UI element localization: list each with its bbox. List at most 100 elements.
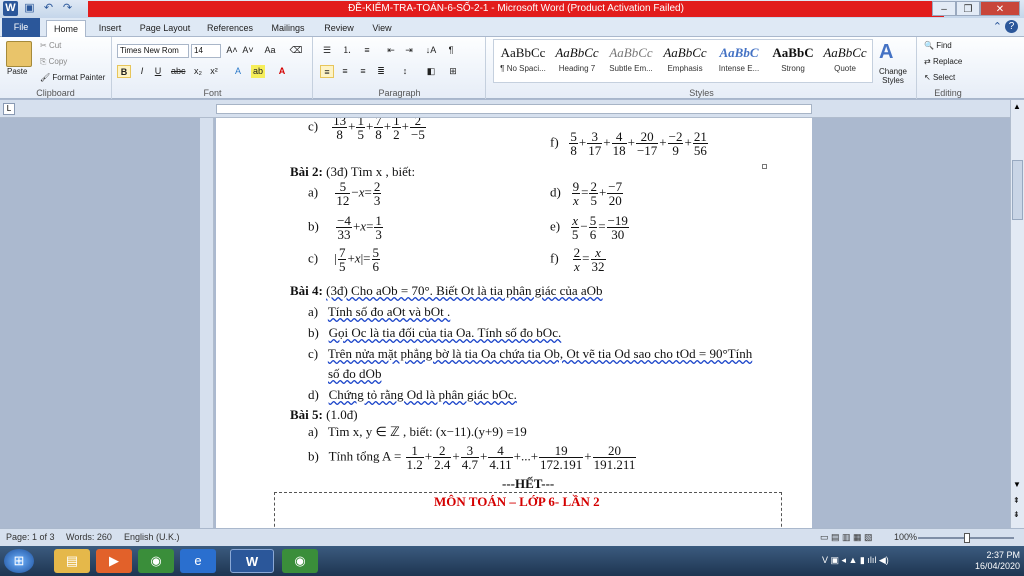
media-player-icon[interactable]: ▶ [96, 549, 132, 573]
title-bar: W ▣ ↶ ↷ ĐỀ-KIỂM-TRA-TOÁN-6-SỐ-2-1 - Micr… [0, 0, 1024, 18]
bai5-heading: Bài 5: (1.0đ) [290, 407, 358, 422]
ruler-row: L [0, 100, 1024, 118]
sort-icon[interactable]: ↓A [424, 44, 438, 57]
help-icon[interactable]: ? [1005, 20, 1018, 33]
change-case-icon[interactable]: Aa [263, 44, 277, 57]
tab-selector-icon[interactable]: L [3, 103, 15, 115]
style-subtle-emphasis[interactable]: AaBbCc Subtle Em... [604, 42, 658, 82]
select-button[interactable]: ↖ Select [924, 73, 955, 82]
font-size-box[interactable]: 14 [191, 44, 221, 58]
show-formatting-icon[interactable]: ¶ [444, 44, 458, 57]
internet-explorer-icon[interactable]: e [180, 549, 216, 573]
redo-icon[interactable]: ↷ [60, 1, 75, 16]
highlight-icon[interactable]: ab [251, 65, 265, 78]
vertical-scrollbar[interactable]: ▲ ▼ ⇞ ⇟ [1010, 100, 1024, 528]
chrome-icon[interactable]: ◉ [138, 549, 174, 573]
scrollbar-thumb[interactable] [1012, 160, 1023, 220]
tab-review[interactable]: Review [318, 20, 360, 37]
chrome-window-icon[interactable]: ◉ [282, 549, 318, 573]
status-bar: Page: 1 of 3 Words: 260 English (U.K.) ▭… [0, 528, 1024, 546]
bai5-a: a) Tìm x, y ∈ ℤ , biết: (x−11).(y+9) =19 [308, 424, 527, 439]
minimize-ribbon-icon[interactable]: ⌃ [993, 20, 1002, 33]
decrease-indent-icon[interactable]: ⇤ [384, 44, 398, 57]
word-taskbar-icon[interactable]: W [230, 549, 274, 573]
italic-button[interactable]: I [135, 65, 149, 78]
bai4-a: a) Tính số đo aOt và bOt . [308, 304, 451, 319]
font-label: Font [203, 88, 222, 98]
text-effects-icon[interactable]: A [231, 65, 245, 78]
numbering-icon[interactable]: ⒈ [340, 44, 354, 57]
language-indicator[interactable]: English (U.K.) [124, 532, 180, 542]
clock[interactable]: 2:37 PM 16/04/2020 [975, 550, 1020, 572]
cut-button[interactable]: ✂ Cut [40, 41, 61, 50]
tab-view[interactable]: View [366, 20, 398, 37]
tab-home[interactable]: Home [46, 20, 86, 37]
zoom-level[interactable]: 100% [894, 532, 917, 542]
prev-page-icon[interactable]: ⇞ [1013, 496, 1020, 505]
word-app-icon[interactable]: W [3, 1, 18, 16]
clipboard-label: Clipboard [36, 88, 75, 98]
paste-icon[interactable] [6, 41, 32, 67]
style-emphasis[interactable]: AaBbCc Emphasis [658, 42, 712, 82]
underline-button[interactable]: U [151, 65, 165, 78]
bold-button[interactable]: B [117, 65, 131, 78]
word-count[interactable]: Words: 260 [66, 532, 112, 542]
replace-button[interactable]: ⇄ Replace [924, 57, 962, 66]
justify-icon[interactable]: ≣ [374, 65, 388, 78]
tab-mailings[interactable]: Mailings [264, 20, 312, 37]
strikethrough-button[interactable]: abc [171, 65, 186, 78]
vertical-ruler[interactable] [200, 118, 214, 528]
view-buttons[interactable]: ▭ ▤ ▥ ▦ ▧ [820, 532, 873, 543]
restore-button[interactable]: ❐ [956, 1, 980, 16]
save-icon[interactable]: ▣ [22, 1, 37, 16]
start-button[interactable]: ⊞ [4, 549, 34, 573]
zoom-slider-thumb[interactable] [964, 533, 970, 543]
bullets-icon[interactable]: ☰ [320, 44, 334, 57]
format-painter-button[interactable]: 🖌 Format Painter [40, 73, 105, 82]
drawing-handle[interactable] [762, 164, 767, 169]
align-left-icon[interactable]: ≡ [320, 65, 334, 78]
style-intense-emphasis[interactable]: AaBbC Intense E... [712, 42, 766, 82]
align-center-icon[interactable]: ≡ [338, 65, 352, 78]
scroll-down-icon[interactable]: ▼ [1013, 480, 1021, 489]
close-button[interactable]: ✕ [980, 1, 1020, 16]
bai2-c: c) | 7 5 +x|= 5 6 [308, 245, 381, 274]
system-tray-icons[interactable]: V ▣ ◂ ▲ ▮ ılıl ◀) [822, 555, 889, 566]
change-styles-button[interactable]: Change Styles [873, 67, 913, 85]
shading-icon[interactable]: ◧ [424, 65, 438, 78]
clear-format-icon[interactable]: ⌫ [289, 44, 303, 57]
align-right-icon[interactable]: ≡ [356, 65, 370, 78]
find-button[interactable]: 🔍 Find [924, 41, 952, 50]
borders-icon[interactable]: ⊞ [446, 65, 460, 78]
paste-button[interactable]: Paste [7, 67, 27, 76]
next-page-icon[interactable]: ⇟ [1013, 510, 1020, 519]
file-explorer-icon[interactable]: ▤ [54, 549, 90, 573]
increase-indent-icon[interactable]: ⇥ [402, 44, 416, 57]
undo-icon[interactable]: ↶ [41, 1, 56, 16]
tab-references[interactable]: References [202, 20, 258, 37]
paragraph-group: ☰ ⒈ ≡ ⇤ ⇥ ↓A ¶ ≡ ≡ ≡ ≣ ↕ ◧ ⊞ Paragraph [314, 37, 486, 99]
paintbrush-icon: 🖌 [40, 73, 53, 82]
multilevel-list-icon[interactable]: ≡ [360, 44, 374, 57]
shrink-font-icon[interactable]: A˅ [241, 44, 255, 57]
scroll-up-icon[interactable]: ▲ [1013, 102, 1021, 111]
document-page[interactable]: c) 13 8 +1 5 +7 8 +1 2 +2 −5 f) 5 8 +3 17 +4 18 +20 −17 +… [216, 118, 812, 530]
line-spacing-icon[interactable]: ↕ [398, 65, 412, 78]
minimize-button[interactable]: – [932, 1, 956, 16]
page-count[interactable]: Page: 1 of 3 [6, 532, 55, 542]
tab-page-layout[interactable]: Page Layout [134, 20, 196, 37]
style-quote[interactable]: AaBbCc Quote [818, 42, 872, 82]
style-heading-7[interactable]: AaBbCc Heading 7 [550, 42, 604, 82]
copy-button[interactable]: ⎘ Copy [40, 57, 67, 67]
style-no-spacing[interactable]: AaBbCc ¶ No Spaci... [496, 42, 550, 82]
tab-insert[interactable]: Insert [92, 20, 128, 37]
font-color-icon[interactable]: A [275, 65, 289, 78]
grow-font-icon[interactable]: A˄ [225, 44, 239, 57]
style-strong[interactable]: AaBbC Strong [766, 42, 820, 82]
tab-file[interactable]: File [2, 18, 40, 37]
superscript-button[interactable]: x² [207, 65, 221, 78]
horizontal-ruler[interactable] [216, 104, 812, 114]
font-name-box[interactable]: Times New Rom [117, 44, 189, 58]
change-styles-icon[interactable]: A [879, 41, 893, 64]
subscript-button[interactable]: x₂ [191, 65, 205, 78]
